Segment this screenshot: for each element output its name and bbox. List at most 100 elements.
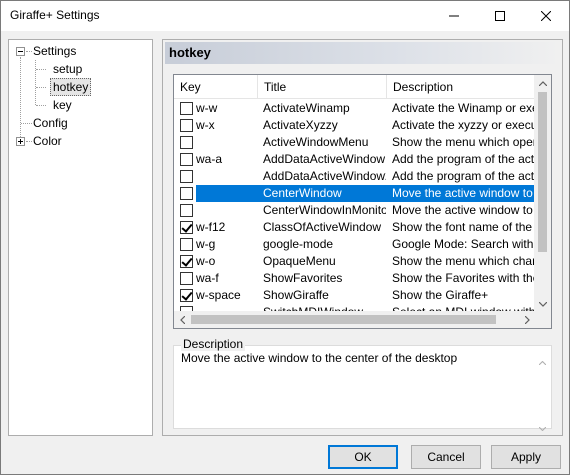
row-enable-checkbox[interactable] bbox=[180, 136, 193, 149]
cell-key: wa-a bbox=[196, 152, 223, 166]
cell-title: CenterWindow bbox=[263, 186, 342, 200]
column-header-description[interactable]: Description bbox=[387, 75, 536, 99]
cell-description: Show the menu which operat bbox=[392, 135, 536, 149]
scroll-thumb[interactable] bbox=[538, 92, 547, 252]
cell-description: Add the program of the activ bbox=[392, 152, 536, 166]
window-title: Giraffe+ Settings bbox=[10, 8, 100, 22]
table-row[interactable]: CenterWindow Move the active window to th bbox=[174, 185, 536, 202]
row-enable-checkbox[interactable] bbox=[180, 102, 193, 115]
cell-description: Activate the xyzzy or execut bbox=[392, 118, 536, 132]
scroll-up-arrow-icon[interactable] bbox=[534, 75, 551, 92]
hotkey-panel: hotkey Key Title Description w-w Activate… bbox=[162, 39, 563, 436]
cell-key: wa-f bbox=[196, 271, 219, 285]
cell-key bbox=[196, 168, 256, 185]
list-header: Key Title Description bbox=[174, 75, 536, 99]
cell-description: Move the active window to th bbox=[392, 203, 536, 217]
description-label: Description bbox=[181, 337, 246, 351]
cell-key: w-o bbox=[196, 254, 216, 268]
cell-title: ActivateXyzzy bbox=[263, 118, 338, 132]
cell-key: w-g bbox=[196, 237, 216, 251]
panel-heading-band: hotkey bbox=[165, 42, 560, 64]
table-row[interactable]: AddDataActiveWindow2 Add the program of t… bbox=[174, 168, 536, 185]
tree-item-settings[interactable]: Settings bbox=[33, 42, 76, 60]
row-enable-checkbox[interactable] bbox=[180, 289, 193, 302]
tree-item-hotkey[interactable]: hotkey bbox=[50, 78, 92, 96]
cell-key: w-space bbox=[196, 288, 241, 302]
cell-title: AddDataActiveWindow2 bbox=[263, 169, 386, 183]
expand-icon[interactable] bbox=[16, 137, 25, 146]
row-enable-checkbox[interactable] bbox=[180, 221, 193, 234]
description-scrollbar[interactable] bbox=[535, 355, 550, 437]
cell-title: ActivateWinamp bbox=[263, 101, 350, 115]
row-enable-checkbox[interactable] bbox=[180, 170, 193, 183]
title-bar[interactable]: Giraffe+ Settings bbox=[1, 1, 569, 31]
cell-key: w-f12 bbox=[196, 220, 226, 234]
scroll-corner bbox=[534, 311, 551, 328]
tree-item-key[interactable]: key bbox=[53, 96, 72, 114]
list-vertical-scrollbar[interactable] bbox=[534, 75, 551, 313]
column-header-key[interactable]: Key bbox=[174, 75, 258, 99]
maximize-button[interactable] bbox=[477, 1, 523, 31]
row-enable-checkbox[interactable] bbox=[180, 204, 193, 217]
list-rows: w-w ActivateWinamp Activate the Winamp or … bbox=[174, 100, 536, 312]
apply-button[interactable]: Apply bbox=[491, 445, 561, 469]
row-enable-checkbox[interactable] bbox=[180, 153, 193, 166]
cell-description: Show the Favorites with the G bbox=[392, 271, 536, 285]
table-row[interactable]: w-f12 ClassOfActiveWindow Show the font na… bbox=[174, 219, 536, 236]
cell-key bbox=[196, 185, 256, 202]
row-enable-checkbox[interactable] bbox=[180, 255, 193, 268]
close-icon bbox=[541, 11, 551, 21]
collapse-icon[interactable] bbox=[16, 47, 25, 56]
tree-item-config[interactable]: Config bbox=[33, 114, 68, 132]
row-enable-checkbox[interactable] bbox=[180, 119, 193, 132]
tree-item-color[interactable]: Color bbox=[33, 132, 62, 150]
cell-description: Move the active window to th bbox=[392, 186, 536, 200]
table-row[interactable]: w-g google-mode Google Mode: Search with G… bbox=[174, 236, 536, 253]
close-button[interactable] bbox=[523, 1, 569, 31]
cell-description: Google Mode: Search with Go bbox=[392, 237, 536, 251]
row-enable-checkbox[interactable] bbox=[180, 238, 193, 251]
table-row[interactable]: w-o OpaqueMenu Show the menu which change bbox=[174, 253, 536, 270]
desc-scroll-down-icon[interactable] bbox=[535, 421, 550, 436]
cell-title: ShowFavorites bbox=[263, 271, 343, 285]
cell-title: ShowGiraffe bbox=[263, 288, 329, 302]
cell-description: Show the font name of the fo bbox=[392, 220, 536, 234]
table-row[interactable]: wa-f ShowFavorites Show the Favorites with… bbox=[174, 270, 536, 287]
hscroll-thumb[interactable] bbox=[191, 315, 496, 324]
cell-description: Add the program of the activ bbox=[392, 169, 536, 183]
row-enable-checkbox[interactable] bbox=[180, 272, 193, 285]
column-header-title[interactable]: Title bbox=[258, 75, 387, 99]
cell-title: CenterWindowInMonitor bbox=[263, 203, 386, 217]
minimize-button[interactable] bbox=[431, 1, 477, 31]
ok-button[interactable]: OK bbox=[328, 445, 398, 469]
description-group: Description Move the active window to th… bbox=[173, 337, 552, 431]
table-row[interactable]: w-space ShowGiraffe Show the Giraffe+ bbox=[174, 287, 536, 304]
table-row[interactable]: w-x ActivateXyzzy Activate the xyzzy or ex… bbox=[174, 117, 536, 134]
cell-title: ClassOfActiveWindow bbox=[263, 220, 382, 234]
desc-scroll-up-icon[interactable] bbox=[535, 355, 550, 370]
settings-tree[interactable]: Settings setup hotkey key Config Color bbox=[8, 39, 153, 436]
hotkey-list[interactable]: Key Title Description w-w ActivateWinamp A… bbox=[173, 74, 552, 329]
cancel-button[interactable]: Cancel bbox=[411, 445, 481, 469]
cell-description: Activate the Winamp or exec bbox=[392, 101, 536, 115]
cell-description: Show the Giraffe+ bbox=[392, 288, 489, 302]
cell-title: ActiveWindowMenu bbox=[263, 135, 369, 149]
cell-key bbox=[196, 134, 256, 151]
table-row[interactable]: ActiveWindowMenu Show the menu which oper… bbox=[174, 134, 536, 151]
cell-key: w-x bbox=[196, 118, 215, 132]
cell-key: w-w bbox=[196, 101, 218, 115]
cell-title: OpaqueMenu bbox=[263, 254, 336, 268]
description-text: Move the active window to the center of … bbox=[181, 351, 458, 365]
scroll-left-arrow-icon[interactable] bbox=[174, 311, 191, 328]
cell-title: AddDataActiveWindow bbox=[263, 152, 386, 166]
row-enable-checkbox[interactable] bbox=[180, 187, 193, 200]
tree-item-setup[interactable]: setup bbox=[53, 60, 82, 78]
panel-heading: hotkey bbox=[169, 45, 211, 60]
list-horizontal-scrollbar[interactable] bbox=[174, 311, 536, 328]
table-row[interactable]: w-w ActivateWinamp Activate the Winamp or … bbox=[174, 100, 536, 117]
table-row[interactable]: wa-a AddDataActiveWindow Add the program o… bbox=[174, 151, 536, 168]
settings-window: Giraffe+ Settings Settings setup hotkey … bbox=[0, 0, 570, 475]
cell-key bbox=[196, 202, 256, 219]
maximize-icon bbox=[495, 11, 505, 21]
table-row[interactable]: CenterWindowInMonitor Move the active win… bbox=[174, 202, 536, 219]
